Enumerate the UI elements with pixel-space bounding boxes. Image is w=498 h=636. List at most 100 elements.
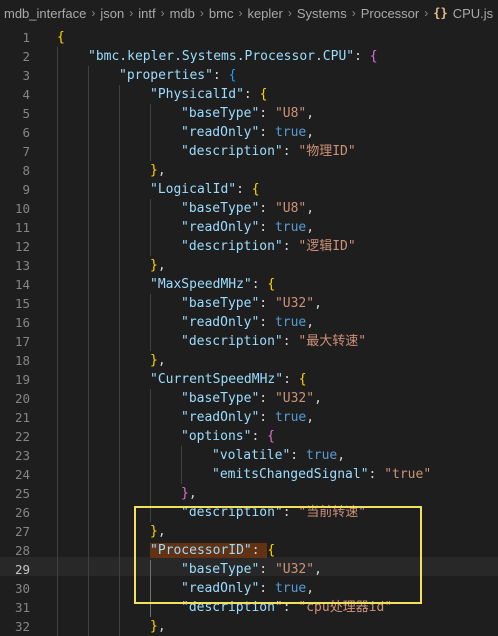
code-line: 11 "readOnly": true, bbox=[0, 218, 498, 237]
code-token: "description" bbox=[181, 144, 283, 159]
code-token: "CurrentSpeedMHz" bbox=[150, 372, 284, 387]
code-token: , bbox=[157, 353, 166, 368]
code-line: 18}, bbox=[0, 351, 498, 370]
code-line: 5 "baseType": "U8", bbox=[0, 104, 498, 123]
code-line: 7 "description": "物理ID" bbox=[0, 142, 498, 161]
line-number: 17 bbox=[14, 334, 30, 349]
code-text: }, bbox=[181, 484, 197, 503]
code-token: "readOnly" bbox=[181, 220, 260, 235]
code-token: "emitsChangedSignal" bbox=[212, 467, 369, 482]
line-number: 9 bbox=[22, 182, 30, 197]
code-token: "description" bbox=[181, 239, 283, 254]
code-token: : bbox=[259, 220, 275, 235]
code-token: : bbox=[259, 410, 275, 425]
code-token: "逻辑ID" bbox=[298, 239, 356, 254]
code-line: 22 "options": { bbox=[0, 427, 498, 446]
code-text: "properties": { bbox=[119, 66, 236, 85]
code-token: } bbox=[150, 619, 158, 634]
code-line: 17 "description": "最大转速" bbox=[0, 332, 498, 351]
code-line: 32}, bbox=[0, 617, 498, 636]
code-text: "description": "最大转速" bbox=[181, 332, 366, 351]
chevron-right-icon: › bbox=[199, 6, 204, 20]
code-token: "readOnly" bbox=[181, 315, 260, 330]
code-token: , bbox=[157, 163, 166, 178]
code-token: : bbox=[282, 144, 299, 159]
code-token: : bbox=[282, 239, 299, 254]
breadcrumb-item[interactable]: Systems bbox=[297, 6, 347, 21]
chevron-right-icon: › bbox=[129, 6, 134, 20]
code-line: 1{ bbox=[0, 28, 498, 47]
code-text: "description": "物理ID" bbox=[181, 142, 356, 161]
line-number: 25 bbox=[14, 486, 30, 501]
breadcrumb-item[interactable]: bmc bbox=[209, 6, 234, 21]
code-token: : bbox=[290, 448, 306, 463]
line-number: 14 bbox=[14, 277, 30, 292]
code-token: { bbox=[251, 182, 260, 197]
code-token: } bbox=[150, 353, 158, 368]
code-token: : bbox=[368, 467, 385, 482]
code-token: "bmc.kepler.Systems.Processor.CPU" bbox=[88, 49, 355, 64]
code-token: } bbox=[150, 163, 158, 178]
code-token: , bbox=[306, 410, 315, 425]
code-token: true bbox=[274, 410, 307, 425]
chevron-right-icon: › bbox=[287, 6, 292, 20]
code-token: "物理ID" bbox=[298, 144, 356, 159]
code-text: "description": "逻辑ID" bbox=[181, 237, 356, 256]
code-token: { bbox=[267, 277, 276, 292]
line-number: 3 bbox=[22, 68, 30, 83]
code-token: , bbox=[306, 106, 315, 121]
code-token: "baseType" bbox=[181, 296, 260, 311]
line-number: 5 bbox=[22, 106, 30, 121]
code-token: : bbox=[283, 372, 299, 387]
code-token: "U8" bbox=[274, 106, 307, 121]
code-line: 6 "readOnly": true, bbox=[0, 123, 498, 142]
breadcrumb-item[interactable]: mdb_interface bbox=[4, 6, 86, 21]
code-line: 10 "baseType": "U8", bbox=[0, 199, 498, 218]
code-line: 25}, bbox=[0, 484, 498, 503]
code-token: { bbox=[57, 30, 65, 45]
line-number: 6 bbox=[22, 125, 30, 140]
breadcrumb-file[interactable]: CPU.js bbox=[453, 6, 493, 21]
code-token: true bbox=[274, 315, 307, 330]
code-token: { bbox=[228, 68, 237, 83]
breadcrumb-item[interactable]: kepler bbox=[247, 6, 282, 21]
code-text: }, bbox=[150, 351, 166, 370]
code-line: 8}, bbox=[0, 161, 498, 180]
code-text: }, bbox=[150, 617, 166, 636]
code-token: : bbox=[251, 429, 268, 444]
code-token: } bbox=[181, 486, 189, 501]
breadcrumb-item[interactable]: Processor bbox=[361, 6, 420, 21]
code-line: 15 "baseType": "U32", bbox=[0, 294, 498, 313]
line-number: 4 bbox=[22, 87, 30, 102]
code-token: , bbox=[306, 315, 315, 330]
code-token: : bbox=[251, 277, 268, 292]
code-token: , bbox=[157, 258, 166, 273]
code-token: "true" bbox=[384, 467, 432, 482]
code-token: : bbox=[259, 106, 275, 121]
breadcrumb-item[interactable]: mdb bbox=[170, 6, 195, 21]
code-token: "readOnly" bbox=[181, 410, 260, 425]
code-token: "U32" bbox=[274, 296, 315, 311]
code-token: : bbox=[259, 391, 275, 406]
line-number: 10 bbox=[14, 201, 30, 216]
code-token: "baseType" bbox=[181, 106, 260, 121]
breadcrumb-item[interactable]: intf bbox=[138, 6, 155, 21]
line-number: 21 bbox=[14, 410, 30, 425]
line-number: 26 bbox=[14, 505, 30, 520]
code-token: , bbox=[337, 448, 346, 463]
code-token: : bbox=[282, 334, 299, 349]
code-text: "options": { bbox=[181, 427, 275, 446]
code-token: : bbox=[236, 182, 252, 197]
chevron-right-icon: › bbox=[91, 6, 96, 20]
code-text: "baseType": "U32", bbox=[181, 389, 322, 408]
code-token: , bbox=[306, 220, 315, 235]
breadcrumb-item[interactable]: json bbox=[100, 6, 124, 21]
code-token: : bbox=[259, 296, 275, 311]
code-token: : bbox=[354, 49, 370, 64]
code-token: : bbox=[243, 87, 260, 102]
code-line: 12 "description": "逻辑ID" bbox=[0, 237, 498, 256]
line-number: 22 bbox=[14, 429, 30, 444]
code-text: "CurrentSpeedMHz": { bbox=[150, 370, 307, 389]
line-number: 15 bbox=[14, 296, 30, 311]
code-line: 4 "PhysicalId": { bbox=[0, 85, 498, 104]
